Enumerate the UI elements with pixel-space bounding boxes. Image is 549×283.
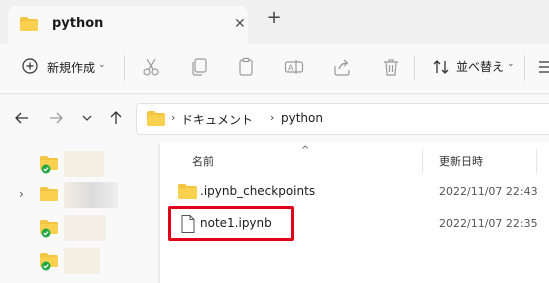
- chevron-down-icon: ⌄: [507, 59, 515, 69]
- chevron-down-icon[interactable]: [79, 110, 95, 126]
- nav-item[interactable]: [0, 147, 158, 181]
- blurred-label: [64, 248, 100, 274]
- blurred-label: [64, 182, 118, 208]
- arrow-up-icon[interactable]: [108, 110, 124, 126]
- nav-item[interactable]: [0, 211, 158, 245]
- blurred-label: [64, 151, 104, 177]
- sort-button[interactable]: 並べ替え: [456, 58, 504, 75]
- address-bar[interactable]: › ドキュメント › python: [136, 103, 549, 135]
- synced-folder-icon: [40, 156, 58, 174]
- view-icon[interactable]: [538, 58, 549, 76]
- sort-icon[interactable]: [432, 58, 450, 76]
- breadcrumb-separator: ›: [270, 111, 275, 124]
- sort-ascending-icon: ^: [301, 145, 310, 156]
- paste-icon[interactable]: [236, 57, 256, 77]
- column-header: 名前 ^ 更新日時: [160, 143, 549, 177]
- tab-python[interactable]: python ✕: [8, 6, 248, 44]
- breadcrumb-documents[interactable]: ドキュメント: [181, 111, 253, 128]
- nav-item[interactable]: [0, 244, 158, 278]
- file-list: 名前 ^ 更新日時 .ipynb_checkpoints 2022/11/07 …: [160, 143, 549, 283]
- command-bar: 新規作成 ⌄ A 並べ替え ⌄: [0, 44, 549, 94]
- arrow-right-icon[interactable]: [48, 110, 64, 126]
- rename-icon[interactable]: A: [284, 57, 304, 77]
- new-button[interactable]: 新規作成 ⌄: [14, 54, 114, 82]
- folder-icon: [147, 111, 165, 126]
- synced-folder-icon: [40, 220, 58, 238]
- close-icon[interactable]: ✕: [234, 16, 248, 32]
- toolbar-divider: [414, 55, 415, 81]
- file-date: 2022/11/07 22:35: [439, 217, 538, 230]
- copy-icon[interactable]: [189, 57, 209, 77]
- file-date: 2022/11/07 22:43: [439, 185, 538, 198]
- column-modified-date[interactable]: 更新日時: [439, 153, 483, 169]
- chevron-down-icon: ⌄: [98, 60, 106, 70]
- highlight-box: [168, 206, 294, 241]
- new-button-label: 新規作成: [47, 61, 96, 75]
- breadcrumb-python[interactable]: python: [281, 111, 323, 125]
- plus-icon[interactable]: +: [266, 8, 282, 28]
- tab-strip: python ✕ +: [0, 0, 549, 44]
- folder-icon: [20, 17, 38, 31]
- toolbar-divider: [524, 55, 525, 81]
- synced-folder-icon: [40, 253, 58, 271]
- toolbar-divider: [124, 55, 125, 81]
- column-divider[interactable]: [536, 149, 537, 173]
- cut-icon[interactable]: [141, 57, 161, 77]
- column-name[interactable]: 名前: [192, 153, 214, 169]
- nav-item[interactable]: ›: [0, 178, 158, 212]
- column-divider[interactable]: [422, 149, 423, 173]
- plus-circle-icon: [22, 58, 38, 74]
- delete-icon[interactable]: [381, 57, 401, 77]
- tab-title: python: [52, 16, 104, 31]
- share-icon[interactable]: [332, 57, 352, 77]
- folder-icon: [40, 187, 58, 201]
- chevron-right-icon[interactable]: ›: [19, 187, 31, 201]
- navigation-pane: ›: [0, 143, 158, 283]
- svg-text:A: A: [288, 64, 294, 73]
- file-name: .ipynb_checkpoints: [200, 184, 316, 198]
- address-row: › ドキュメント › python: [0, 95, 549, 143]
- arrow-left-icon[interactable]: [14, 110, 30, 126]
- file-row[interactable]: .ipynb_checkpoints 2022/11/07 22:43: [160, 177, 549, 207]
- folder-icon: [178, 184, 197, 199]
- blurred-label: [64, 215, 106, 241]
- breadcrumb-separator: ›: [171, 111, 176, 124]
